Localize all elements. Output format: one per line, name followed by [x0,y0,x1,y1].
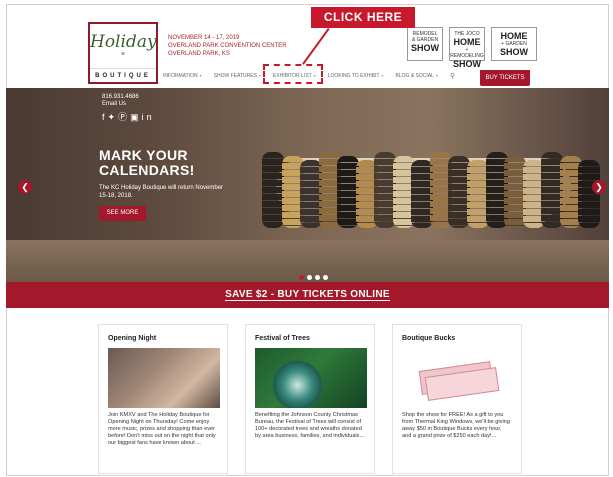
phone-number[interactable]: 816.931.4686 [102,94,139,101]
event-dates: NOVEMBER 14 - 17, 2019 [168,35,240,41]
hero-carousel: 816.931.4686 Email Us f✦Ⓟ▣in MARK YOUR C… [6,88,609,282]
hero-description: The KC Holiday Boutique will return Nove… [99,185,224,199]
linkedin-icon[interactable]: in [142,112,155,122]
opening-night-image [108,348,220,408]
nav-label: BLOG & SOCIAL [395,73,434,79]
logo-x-mark: × [120,51,126,58]
partner-show-logos: REMODEL & GARDEN SHOW THE JOCO HOME + RE… [407,27,537,69]
buy-tickets-button[interactable]: BUY TICKETS [480,70,530,86]
carousel-dot[interactable] [307,275,312,280]
ornament-image [255,348,367,408]
carousel-dot[interactable] [299,275,304,280]
nav-label: INFORMATION [163,73,198,79]
joco-home-show-logo[interactable]: THE JOCO HOME + REMODELING SHOW [449,27,485,69]
chevron-down-icon: ▾ [435,73,438,78]
card-body: Shop the show for FREE! As a gift to you… [402,412,510,439]
card-opening-night[interactable]: Opening Night Join KMXV and The Holiday … [98,324,228,474]
nav-item-show-features[interactable]: SHOW FEATURES ▾ [214,73,261,79]
show-logo-top: HOME [500,31,528,41]
bracelet-graphic [262,152,284,228]
nav-label: SHOW FEATURES [213,73,257,79]
event-info: NOVEMBER 14 - 17, 2019 OVERLAND PARK CON… [168,34,287,58]
event-city: OVERLAND PARK, KS [168,51,230,57]
card-boutique-bucks[interactable]: Boutique Bucks Shop the show for FREE! A… [392,324,522,474]
carousel-dot[interactable] [315,275,320,280]
nav-item-looking-to-exhibit[interactable]: LOOKING TO EXHIBIT ▾ [328,73,384,79]
card-body: Join KMXV and The Holiday Boutique for O… [108,412,216,446]
card-title: Opening Night [108,335,157,342]
exhibitor-list-highlight-box [263,64,323,84]
boutique-bucks-image [402,348,514,408]
bracelet-graphic [578,160,600,228]
see-more-button[interactable]: SEE MORE [99,206,146,221]
show-logo-main: SHOW [500,47,528,57]
remodel-garden-show-logo[interactable]: REMODEL & GARDEN SHOW [407,27,443,61]
hero-title-line: MARK YOUR [99,147,188,163]
twitter-icon[interactable]: ✦ [108,112,119,122]
click-here-annotation: CLICK HERE [311,7,415,28]
instagram-icon[interactable]: ▣ [130,112,142,122]
social-icons: f✦Ⓟ▣in [102,110,155,123]
card-body: Benefiting the Johnson County Christmas … [255,412,365,439]
show-logo-mid: HOME [453,37,481,47]
chevron-down-icon: ▾ [199,73,202,78]
logo-script-text: Holiday [90,32,157,52]
chevron-down-icon: ▾ [381,73,384,78]
carousel-prev-arrow-icon[interactable]: ❮ [18,180,32,194]
save-buy-tickets-banner[interactable]: SAVE $2 - BUY TICKETS ONLINE [6,282,609,308]
event-venue: OVERLAND PARK CONVENTION CENTER [168,43,287,49]
card-festival-of-trees[interactable]: Festival of Trees Benefiting the Johnson… [245,324,375,474]
card-title: Boutique Bucks [402,335,456,342]
nav-label: LOOKING TO EXHIBIT [327,73,380,79]
carousel-next-arrow-icon[interactable]: ❯ [592,180,606,194]
email-link[interactable]: Email Us [102,101,139,108]
carousel-dots [299,275,328,280]
home-garden-show-logo[interactable]: HOME + GARDEN SHOW [491,27,537,61]
logo-boutique-text: BOUTIQUE [90,68,156,82]
card-title: Festival of Trees [255,335,310,342]
chevron-down-icon: ▾ [258,73,261,78]
nav-item-blog-social[interactable]: BLOG & SOCIAL ▾ [396,73,438,79]
show-logo-main: SHOW [411,43,439,53]
show-logo-sub: + REMODELING [450,47,484,59]
holiday-boutique-logo[interactable]: Holiday × BOUTIQUE [88,22,158,84]
search-icon[interactable]: ⚲ [450,72,455,80]
carousel-dot[interactable] [323,275,328,280]
save-banner-text: SAVE $2 - BUY TICKETS ONLINE [225,289,390,301]
pinterest-icon[interactable]: Ⓟ [118,112,130,122]
nav-item-information[interactable]: INFORMATION ▾ [163,73,202,79]
hero-title-line: CALENDARS! [99,162,195,178]
hero-title: MARK YOUR CALENDARS! [99,148,195,178]
contact-info: 816.931.4686 Email Us [102,94,139,108]
